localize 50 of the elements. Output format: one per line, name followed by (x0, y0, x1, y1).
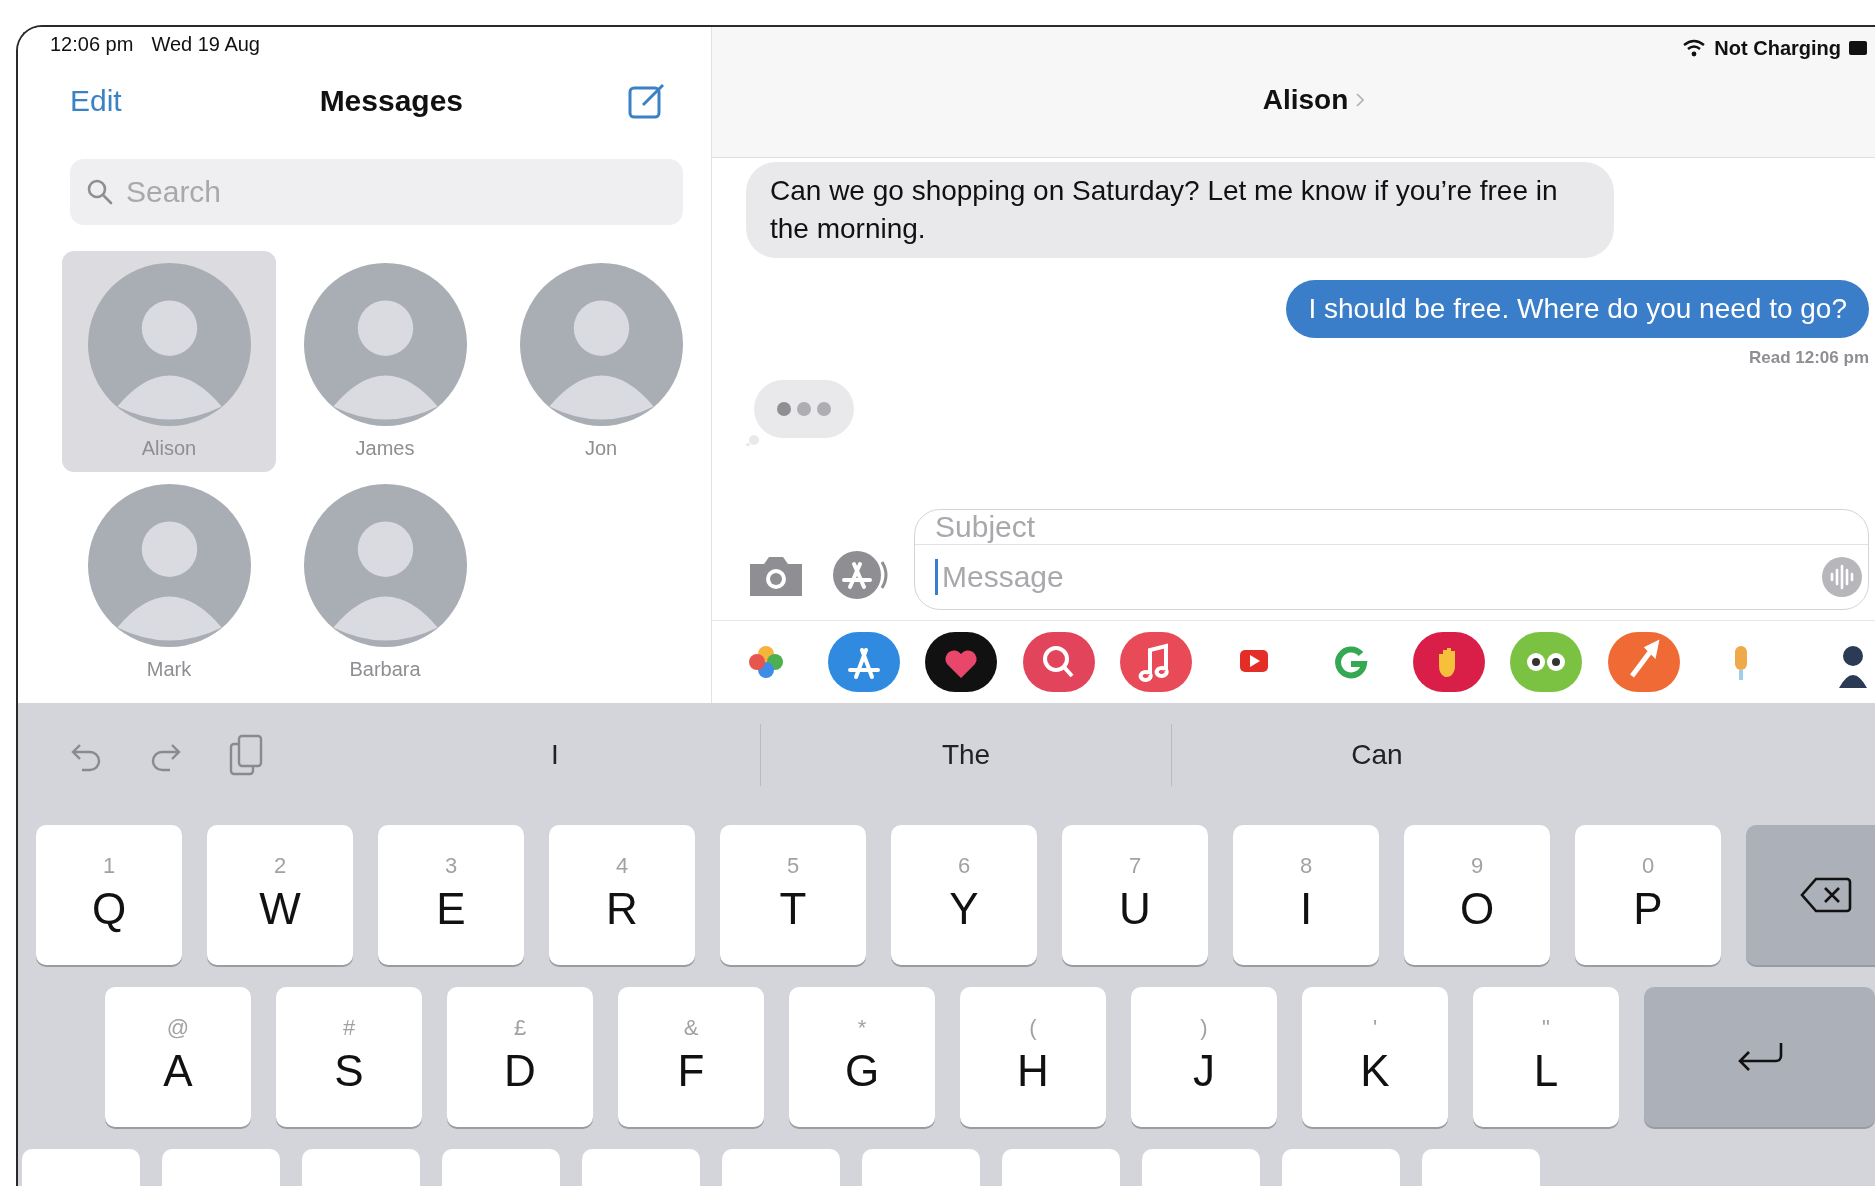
keyboard-key[interactable]: & F (618, 987, 764, 1127)
sidebar-title: Messages (319, 84, 464, 118)
waveform-icon[interactable] (1822, 557, 1862, 597)
outgoing-message: I should be free. Where do you need to go? (1286, 280, 1869, 338)
app-store-icon[interactable] (830, 550, 890, 600)
search-input[interactable]: Search (124, 174, 667, 210)
keyboard-key[interactable]: * G (789, 987, 935, 1127)
keyboard-key[interactable]: 7 U (1062, 825, 1208, 965)
music-note-icon[interactable] (1120, 632, 1193, 692)
keyboard-key[interactable]: ' K (1302, 987, 1448, 1127)
subject-field[interactable]: Subject (915, 510, 1868, 545)
edit-link[interactable]: Edit (70, 84, 122, 118)
app-store-icon[interactable] (827, 632, 900, 692)
keyboard-key[interactable]: 1 Q (36, 825, 182, 965)
prediction-item[interactable]: I (350, 720, 760, 790)
keyboard-key[interactable]: 5 T (720, 825, 866, 965)
keyboard-key[interactable]: ) J (1131, 987, 1277, 1127)
wifi-icon (1682, 39, 1707, 57)
status-date: Wed 19 Aug (151, 33, 260, 57)
read-receipt: Read 12:06 pm (1749, 348, 1869, 368)
compose-icon[interactable] (627, 81, 667, 121)
keyboard-key[interactable]: 4 R (549, 825, 695, 965)
keyboard-key[interactable]: 0 P (1575, 825, 1721, 965)
backspace-icon (1800, 876, 1852, 914)
battery-icon (1849, 40, 1869, 56)
battery-status: Not Charging (1714, 36, 1841, 60)
keyboard-key[interactable]: 3 E (378, 825, 524, 965)
clipboard-icon[interactable] (228, 734, 264, 776)
search-icon (86, 178, 114, 206)
magnifier-icon[interactable] (1022, 632, 1095, 692)
prediction-item[interactable]: The (761, 720, 1171, 790)
prediction-item[interactable]: Can (1172, 720, 1582, 790)
delete-key[interactable] (1746, 825, 1875, 965)
search-field[interactable]: Search (70, 159, 683, 225)
keyboard-key[interactable]: ( H (960, 987, 1106, 1127)
owl-eyes-icon[interactable] (1510, 632, 1583, 692)
message-field[interactable]: Message (935, 559, 1822, 595)
keyboard-key[interactable]: @ A (105, 987, 251, 1127)
incoming-message: Can we go shopping on Saturday? Let me know if you’re free in the morning. (746, 162, 1614, 258)
keyboard-key[interactable]: 2 W (207, 825, 353, 965)
keyboard-key[interactable]: 8 I (1233, 825, 1379, 965)
keyboard-key[interactable]: " L (1473, 987, 1619, 1127)
keyboard-key[interactable]: £ D (447, 987, 593, 1127)
chevron-icon (1356, 93, 1365, 107)
compose-field[interactable]: Subject Message (914, 509, 1869, 610)
keyboard-key[interactable]: 6 Y (891, 825, 1037, 965)
contact-name-button[interactable]: Alison (1256, 83, 1371, 117)
keyboard-key[interactable]: 9 O (1404, 825, 1550, 965)
status-time: 12:06 pm (50, 33, 134, 57)
keyboard-key[interactable]: # S (276, 987, 422, 1127)
